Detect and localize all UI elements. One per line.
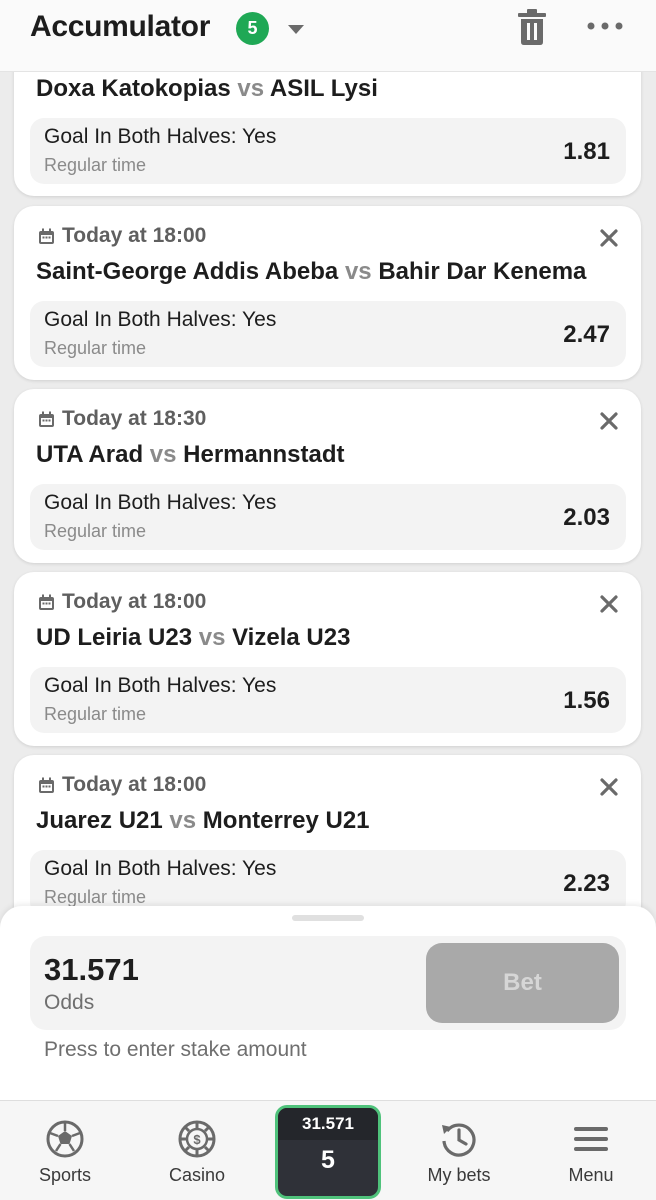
vs-label: vs xyxy=(237,75,265,102)
bet-card: Today at 18:00 UD Leiria U23 vs Vizela U… xyxy=(14,572,641,746)
market-label: Goal In Both Halves: Yes xyxy=(44,857,277,880)
nav-casino-label: Casino xyxy=(168,1165,226,1185)
market-label: Goal In Both Halves: Yes xyxy=(44,674,277,697)
stake-hint: Press to enter stake amount xyxy=(44,1038,307,1061)
home-team: Juarez U21 xyxy=(36,807,163,834)
stake-panel: 31.571 Odds Bet Press to enter stake amo… xyxy=(0,906,656,1100)
event-date-text: Today at 18:00 xyxy=(62,590,207,613)
match-name: Juarez U21 vs Monterrey U21 xyxy=(36,807,370,835)
match-name: Doxa Katokopias vs ASIL Lysi xyxy=(36,75,378,103)
home-team: UTA Arad xyxy=(36,441,144,468)
match-name: Saint-George Addis Abeba vs Bahir Dar Ke… xyxy=(36,258,586,286)
period-label: Regular time xyxy=(44,155,147,175)
calendar-icon xyxy=(39,777,54,793)
market-label: Goal In Both Halves: Yes xyxy=(44,491,277,514)
period-label: Regular time xyxy=(44,338,147,358)
calendar-icon xyxy=(39,228,54,244)
selection-row[interactable]: Goal In Both Halves: Yes Regular time 1.… xyxy=(30,667,626,733)
bet-slip-button[interactable]: 31.571 5 xyxy=(275,1105,381,1199)
odds-label: Odds xyxy=(44,991,95,1014)
bet-card: Today at 18:00 Saint-George Addis Abeba … xyxy=(14,206,641,380)
selection-row[interactable]: Goal In Both Halves: Yes Regular time 1.… xyxy=(30,118,626,184)
away-team: ASIL Lysi xyxy=(269,75,378,102)
away-team: Bahir Dar Kenema xyxy=(378,258,587,285)
event-date-text: Today at 18:30 xyxy=(62,407,207,430)
chevron-down-icon[interactable] xyxy=(286,22,306,36)
vs-label: vs xyxy=(344,258,372,285)
away-team: Monterrey U21 xyxy=(202,807,370,834)
vs-label: vs xyxy=(149,441,177,468)
app-header: Accumulator 5 xyxy=(0,0,656,72)
match-name: UD Leiria U23 vs Vizela U23 xyxy=(36,624,350,652)
event-date: Today at 18:30 xyxy=(38,407,206,431)
slip-selection-count: 5 xyxy=(321,1146,335,1174)
drag-handle[interactable] xyxy=(292,915,364,921)
home-team: Saint-George Addis Abeba xyxy=(36,258,339,285)
event-date: Today at 18:00 xyxy=(38,773,206,797)
event-date: Today at 18:00 xyxy=(38,224,206,248)
selection-odds: 2.23 xyxy=(563,870,610,897)
nav-sports[interactable]: Sports xyxy=(10,1101,120,1200)
soccer-ball-icon xyxy=(46,1120,84,1158)
selection-odds: 2.47 xyxy=(563,321,610,348)
hamburger-menu-icon xyxy=(574,1127,608,1151)
bottom-nav: Sports $ Casino 31.571 5 My bets Menu xyxy=(0,1100,656,1200)
nav-casino[interactable]: $ Casino xyxy=(142,1101,252,1200)
away-team: Vizela U23 xyxy=(232,624,351,651)
market-label: Goal In Both Halves: Yes xyxy=(44,125,277,148)
trash-icon[interactable] xyxy=(515,8,549,46)
calendar-icon xyxy=(39,411,54,427)
nav-menu[interactable]: Menu xyxy=(536,1101,646,1200)
bet-card: Today at 18:00 Juarez U21 vs Monterrey U… xyxy=(14,755,641,929)
more-icon[interactable] xyxy=(586,19,624,33)
svg-text:$: $ xyxy=(193,1132,201,1147)
home-team: Doxa Katokopias xyxy=(36,75,231,102)
event-date-text: Today at 18:00 xyxy=(62,773,207,796)
calendar-icon xyxy=(39,594,54,610)
page-title: Accumulator xyxy=(30,10,211,43)
match-name: UTA Arad vs Hermannstadt xyxy=(36,441,345,469)
nav-my-bets[interactable]: My bets xyxy=(404,1101,514,1200)
period-label: Regular time xyxy=(44,887,147,907)
slip-total-odds: 31.571 xyxy=(278,1108,378,1140)
nav-menu-label: Menu xyxy=(568,1165,614,1185)
period-label: Regular time xyxy=(44,521,147,541)
nav-sports-label: Sports xyxy=(38,1165,92,1185)
event-date: Today at 18:00 xyxy=(38,590,206,614)
away-team: Hermannstadt xyxy=(183,441,345,468)
close-icon[interactable] xyxy=(599,594,619,614)
event-date-text: Today at 18:00 xyxy=(62,224,207,247)
home-team: UD Leiria U23 xyxy=(36,624,193,651)
selection-row[interactable]: Goal In Both Halves: Yes Regular time 2.… xyxy=(30,484,626,550)
close-icon[interactable] xyxy=(599,228,619,248)
vs-label: vs xyxy=(198,624,226,651)
bet-button[interactable]: Bet xyxy=(426,943,619,1023)
close-icon[interactable] xyxy=(599,411,619,431)
selection-odds: 2.03 xyxy=(563,504,610,531)
period-label: Regular time xyxy=(44,704,147,724)
nav-my-bets-label: My bets xyxy=(427,1165,491,1185)
selection-odds: 1.56 xyxy=(563,687,610,714)
stake-input-area[interactable]: 31.571 Odds Bet xyxy=(30,936,626,1030)
close-icon[interactable] xyxy=(599,777,619,797)
selection-count-badge: 5 xyxy=(236,12,269,45)
history-icon xyxy=(442,1123,476,1157)
selection-odds: 1.81 xyxy=(563,138,610,165)
market-label: Goal In Both Halves: Yes xyxy=(44,308,277,331)
vs-label: vs xyxy=(169,807,197,834)
casino-chip-icon: $ xyxy=(178,1120,216,1158)
total-odds: 31.571 xyxy=(44,952,139,987)
selection-row[interactable]: Goal In Both Halves: Yes Regular time 2.… xyxy=(30,301,626,367)
bet-card: Today at 18:30 UTA Arad vs Hermannstadt … xyxy=(14,389,641,563)
